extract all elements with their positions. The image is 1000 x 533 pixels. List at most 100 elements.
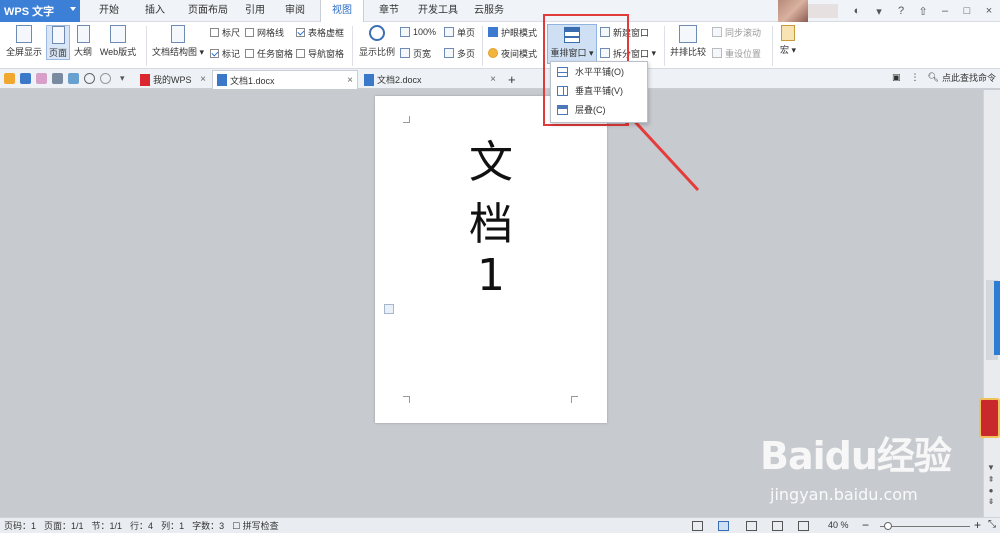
skin-icon[interactable]: ◐ <box>846 0 868 22</box>
maximize-button[interactable]: □ <box>956 0 978 22</box>
close-icon[interactable]: × <box>490 74 496 85</box>
nav-pane-checkbox[interactable]: 导航窗格 <box>296 46 344 60</box>
print-icon[interactable] <box>52 73 63 84</box>
status-word-count[interactable]: 字数：3 <box>188 519 228 532</box>
status-page-code[interactable]: 页码：1 <box>0 519 40 532</box>
undo-icon[interactable] <box>84 73 95 84</box>
spell-check-button[interactable]: ☐ 拼写检查 <box>228 519 283 532</box>
night-mode-button[interactable]: 夜间模式 <box>488 46 537 60</box>
tab-cloud[interactable]: 云服务 <box>466 0 512 22</box>
multi-page-button[interactable]: 多页 <box>444 46 475 60</box>
skin-icon[interactable]: ▣ <box>892 72 901 83</box>
zoom-slider-track[interactable] <box>880 526 970 527</box>
minimize-button[interactable]: – <box>934 0 956 22</box>
fullscreen-icon[interactable] <box>692 521 703 531</box>
sync-scroll-label: 同步滚动 <box>725 27 762 38</box>
zoom-in-button[interactable]: + <box>974 518 981 532</box>
page-width-button[interactable]: 页宽 <box>400 46 431 60</box>
side-by-side-button[interactable]: 并排比较 <box>668 25 708 58</box>
menu-item-horizontal-tile[interactable]: 水平平铺(O) <box>551 62 647 81</box>
settings-icon[interactable]: ⋮ <box>911 72 920 83</box>
pin-icon[interactable]: ⇧ <box>912 0 934 22</box>
menu-item-vertical-tile[interactable]: 垂直平铺(V) <box>551 81 647 100</box>
sync-scroll-button[interactable]: 同步滚动 <box>712 25 761 39</box>
tab-chapter[interactable]: 章节 <box>372 0 406 22</box>
doc-map-button[interactable]: 文档结构图 ▾ <box>150 25 206 58</box>
zoom-level[interactable]: 40 % <box>828 520 849 530</box>
shirt-icon[interactable]: ▾ <box>868 0 890 22</box>
fullscreen-button[interactable]: 全屏显示 <box>6 25 42 58</box>
tab-insert[interactable]: 插入 <box>138 0 172 22</box>
close-icon[interactable]: × <box>347 75 353 86</box>
prev-page-icon[interactable]: ⇞ <box>985 475 997 485</box>
outline-icon <box>76 25 90 43</box>
document-text-line: 档 <box>469 199 513 250</box>
moon-icon <box>488 48 498 58</box>
app-menu-button[interactable]: WPS 文字 <box>0 0 80 22</box>
new-tab-button[interactable]: + <box>504 70 522 89</box>
avatar[interactable] <box>778 0 808 22</box>
markup-checkbox[interactable]: 标记 <box>210 46 240 60</box>
zoom-slider-handle[interactable] <box>884 522 892 530</box>
eye-mode-button[interactable]: 护眼模式 <box>488 25 537 39</box>
preview-icon[interactable] <box>68 73 79 84</box>
divider <box>352 26 353 66</box>
tab-my-wps[interactable]: 我的WPS × <box>136 70 210 89</box>
tab-page-layout[interactable]: 页面布局 <box>180 0 236 22</box>
tab-document2[interactable]: 文档2.docx × <box>360 70 500 89</box>
export-pdf-icon[interactable] <box>36 73 47 84</box>
single-page-button[interactable]: 单页 <box>444 25 475 39</box>
tab-review[interactable]: 审阅 <box>278 0 312 22</box>
gridlines-checkbox[interactable]: 网格线 <box>245 25 284 39</box>
reading-view-icon[interactable] <box>772 521 783 531</box>
tab-view[interactable]: 视图 <box>320 0 364 22</box>
paste-options-icon[interactable] <box>384 304 394 314</box>
outline-view-icon[interactable] <box>746 521 757 531</box>
side-panel-toggle[interactable] <box>994 281 1000 355</box>
eye-mode-icon[interactable] <box>798 521 809 531</box>
task-pane-checkbox[interactable]: 任务窗格 <box>245 46 293 60</box>
next-page-icon[interactable]: ⇟ <box>985 497 997 507</box>
save-icon[interactable] <box>20 73 31 84</box>
customize-toolbar-icon[interactable]: ▾ <box>120 73 131 84</box>
promo-badge[interactable] <box>979 398 1000 438</box>
close-icon[interactable]: × <box>200 74 206 85</box>
outline-view-button[interactable]: 大纲 <box>72 25 94 58</box>
status-section[interactable]: 节：1/1 <box>88 519 127 532</box>
zoom-out-button[interactable]: − <box>862 518 869 532</box>
close-button[interactable]: × <box>978 0 1000 22</box>
spell-check-label: 拼写检查 <box>242 521 279 531</box>
macro-button[interactable]: 宏 ▾ <box>776 25 800 56</box>
page-view-icon[interactable] <box>718 521 729 531</box>
status-column[interactable]: 列：1 <box>157 519 188 532</box>
tab-home[interactable]: 开始 <box>92 0 126 22</box>
status-pages[interactable]: 页面：1/1 <box>40 519 88 532</box>
status-row[interactable]: 行：4 <box>126 519 157 532</box>
tab-label: 我的WPS <box>153 75 192 85</box>
reset-position-button[interactable]: 重设位置 <box>712 46 761 60</box>
web-view-button[interactable]: Web版式 <box>96 25 140 58</box>
command-search[interactable]: ▣ ⋮ 🔍︎ 点此查找命令 <box>892 71 996 84</box>
zoom-100-label: 100% <box>413 27 437 37</box>
page-view-button[interactable]: 页面 <box>46 25 70 60</box>
ruler-label: 标尺 <box>222 27 241 38</box>
select-browse-icon[interactable]: ● <box>985 486 997 496</box>
open-icon[interactable] <box>4 73 15 84</box>
menu-item-cascade[interactable]: 层叠(C) <box>551 100 647 119</box>
ruler-checkbox[interactable]: 标尺 <box>210 25 240 39</box>
tab-developer[interactable]: 开发工具 <box>410 0 466 22</box>
table-gridlines-checkbox[interactable]: 表格虚框 <box>296 25 344 39</box>
document-page[interactable]: 文 档 1 <box>375 96 607 423</box>
scroll-down-icon[interactable]: ▼ <box>985 463 997 473</box>
tab-references[interactable]: 引用 <box>238 0 272 22</box>
zoom-100-button[interactable]: 100% <box>400 25 436 39</box>
shield-icon <box>488 27 498 37</box>
command-search-label: 点此查找命令 <box>941 73 996 83</box>
zoom-ratio-button[interactable]: 显示比例 <box>356 25 398 58</box>
redo-icon[interactable] <box>100 73 111 84</box>
help-button[interactable]: ? <box>890 0 912 22</box>
resize-grip-icon[interactable]: ⤡ <box>988 519 996 530</box>
tab-document1[interactable]: 文档1.docx × <box>212 70 358 89</box>
magnifier-icon <box>369 25 385 41</box>
task-pane-label: 任务窗格 <box>257 48 294 59</box>
